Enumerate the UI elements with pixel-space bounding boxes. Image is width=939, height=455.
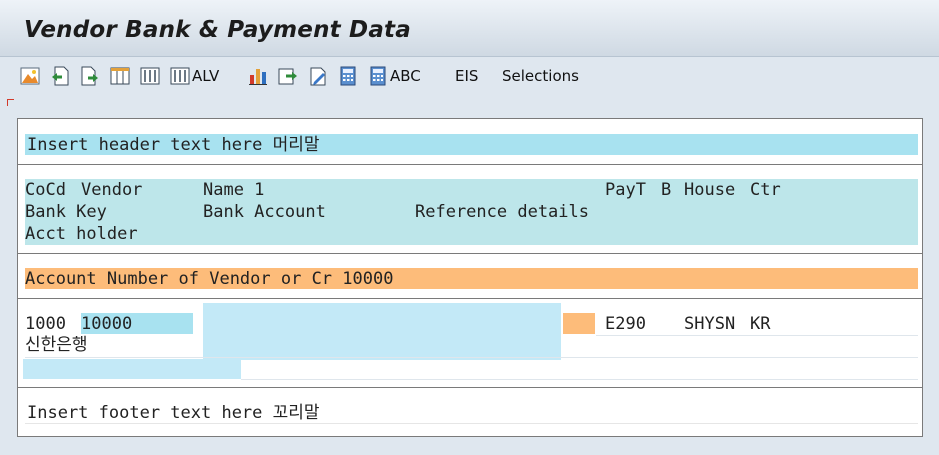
header-separator (18, 164, 922, 165)
bar-chart-icon (249, 69, 267, 85)
application-toolbar: ALV ABC EIS Selections (0, 57, 939, 97)
col-bank-account: Bank Account (203, 202, 326, 222)
export-icon (278, 68, 297, 85)
cell-house-bank[interactable]: SHYSN (684, 313, 735, 335)
header-text: Insert header text here 머리말 (27, 135, 320, 155)
mountain-icon (20, 67, 40, 85)
col-reference-details: Reference details (415, 202, 589, 222)
graphics-button[interactable] (248, 65, 268, 87)
calculator-abc-icon (370, 66, 386, 86)
row-guide-3 (241, 379, 918, 380)
export-button[interactable] (278, 65, 298, 87)
spreadsheet-button[interactable] (338, 65, 358, 87)
eis-button[interactable]: EIS (455, 65, 478, 87)
col-name1: Name 1 (203, 180, 265, 200)
row-guide-2 (25, 357, 918, 358)
group-header-separator (18, 298, 922, 299)
col-ctr: Ctr (750, 180, 781, 200)
change-layout-button[interactable] (140, 65, 160, 87)
col-cocd: CoCd (25, 180, 66, 200)
redacted-holder-block (23, 359, 241, 379)
alv-button[interactable]: ALV (170, 65, 219, 87)
col-house: House (684, 180, 736, 200)
redacted-name-block (203, 303, 561, 360)
group-header-text[interactable]: Account Number of Vendor or Cr 10000 (25, 268, 393, 290)
col-b: B (661, 180, 672, 200)
col-payt: PayT (605, 180, 646, 200)
cell-bank-key[interactable]: 신한은행 (25, 334, 88, 356)
title-bar: Vendor Bank & Payment Data (0, 0, 939, 57)
col-acct-holder: Acct holder (25, 224, 138, 244)
abc-analysis-button[interactable]: ABC (368, 65, 421, 87)
corner-marker (7, 99, 14, 106)
column-header-separator (18, 253, 922, 254)
document-back-icon (52, 66, 69, 86)
row-guide-1 (596, 335, 918, 336)
col-bank-key: Bank Key (25, 202, 107, 222)
alv-grid-icon (170, 67, 190, 85)
cell-cocd[interactable]: 1000 (25, 313, 66, 335)
footer-text: Insert footer text here 꼬리말 (27, 403, 320, 423)
word-processing-button[interactable] (308, 65, 328, 87)
payt-marker-cell (563, 313, 595, 334)
next-page-button[interactable] (80, 65, 100, 87)
edit-document-icon (310, 67, 326, 86)
selections-button[interactable]: Selections (502, 65, 579, 87)
table-layout-icon (140, 67, 160, 85)
document-forward-icon (81, 66, 98, 86)
window-title: Vendor Bank & Payment Data (24, 17, 411, 43)
cell-country[interactable]: KR (750, 313, 770, 335)
data-separator (18, 387, 922, 388)
report-list-panel: Insert header text here 머리말 CoCd Vendor … (17, 118, 923, 437)
selections-label: Selections (502, 67, 579, 85)
abc-label: ABC (390, 67, 421, 85)
cell-payt[interactable]: E290 (605, 313, 646, 335)
table-columns-icon (110, 67, 130, 85)
calculator-icon (340, 66, 356, 86)
previous-page-button[interactable] (50, 65, 70, 87)
alv-label: ALV (192, 67, 220, 85)
cell-vendor[interactable]: 10000 (81, 313, 132, 335)
eis-label: EIS (455, 67, 479, 85)
display-graphic-button[interactable] (20, 65, 40, 87)
choose-layout-button[interactable] (110, 65, 130, 87)
col-vendor: Vendor (81, 180, 143, 200)
